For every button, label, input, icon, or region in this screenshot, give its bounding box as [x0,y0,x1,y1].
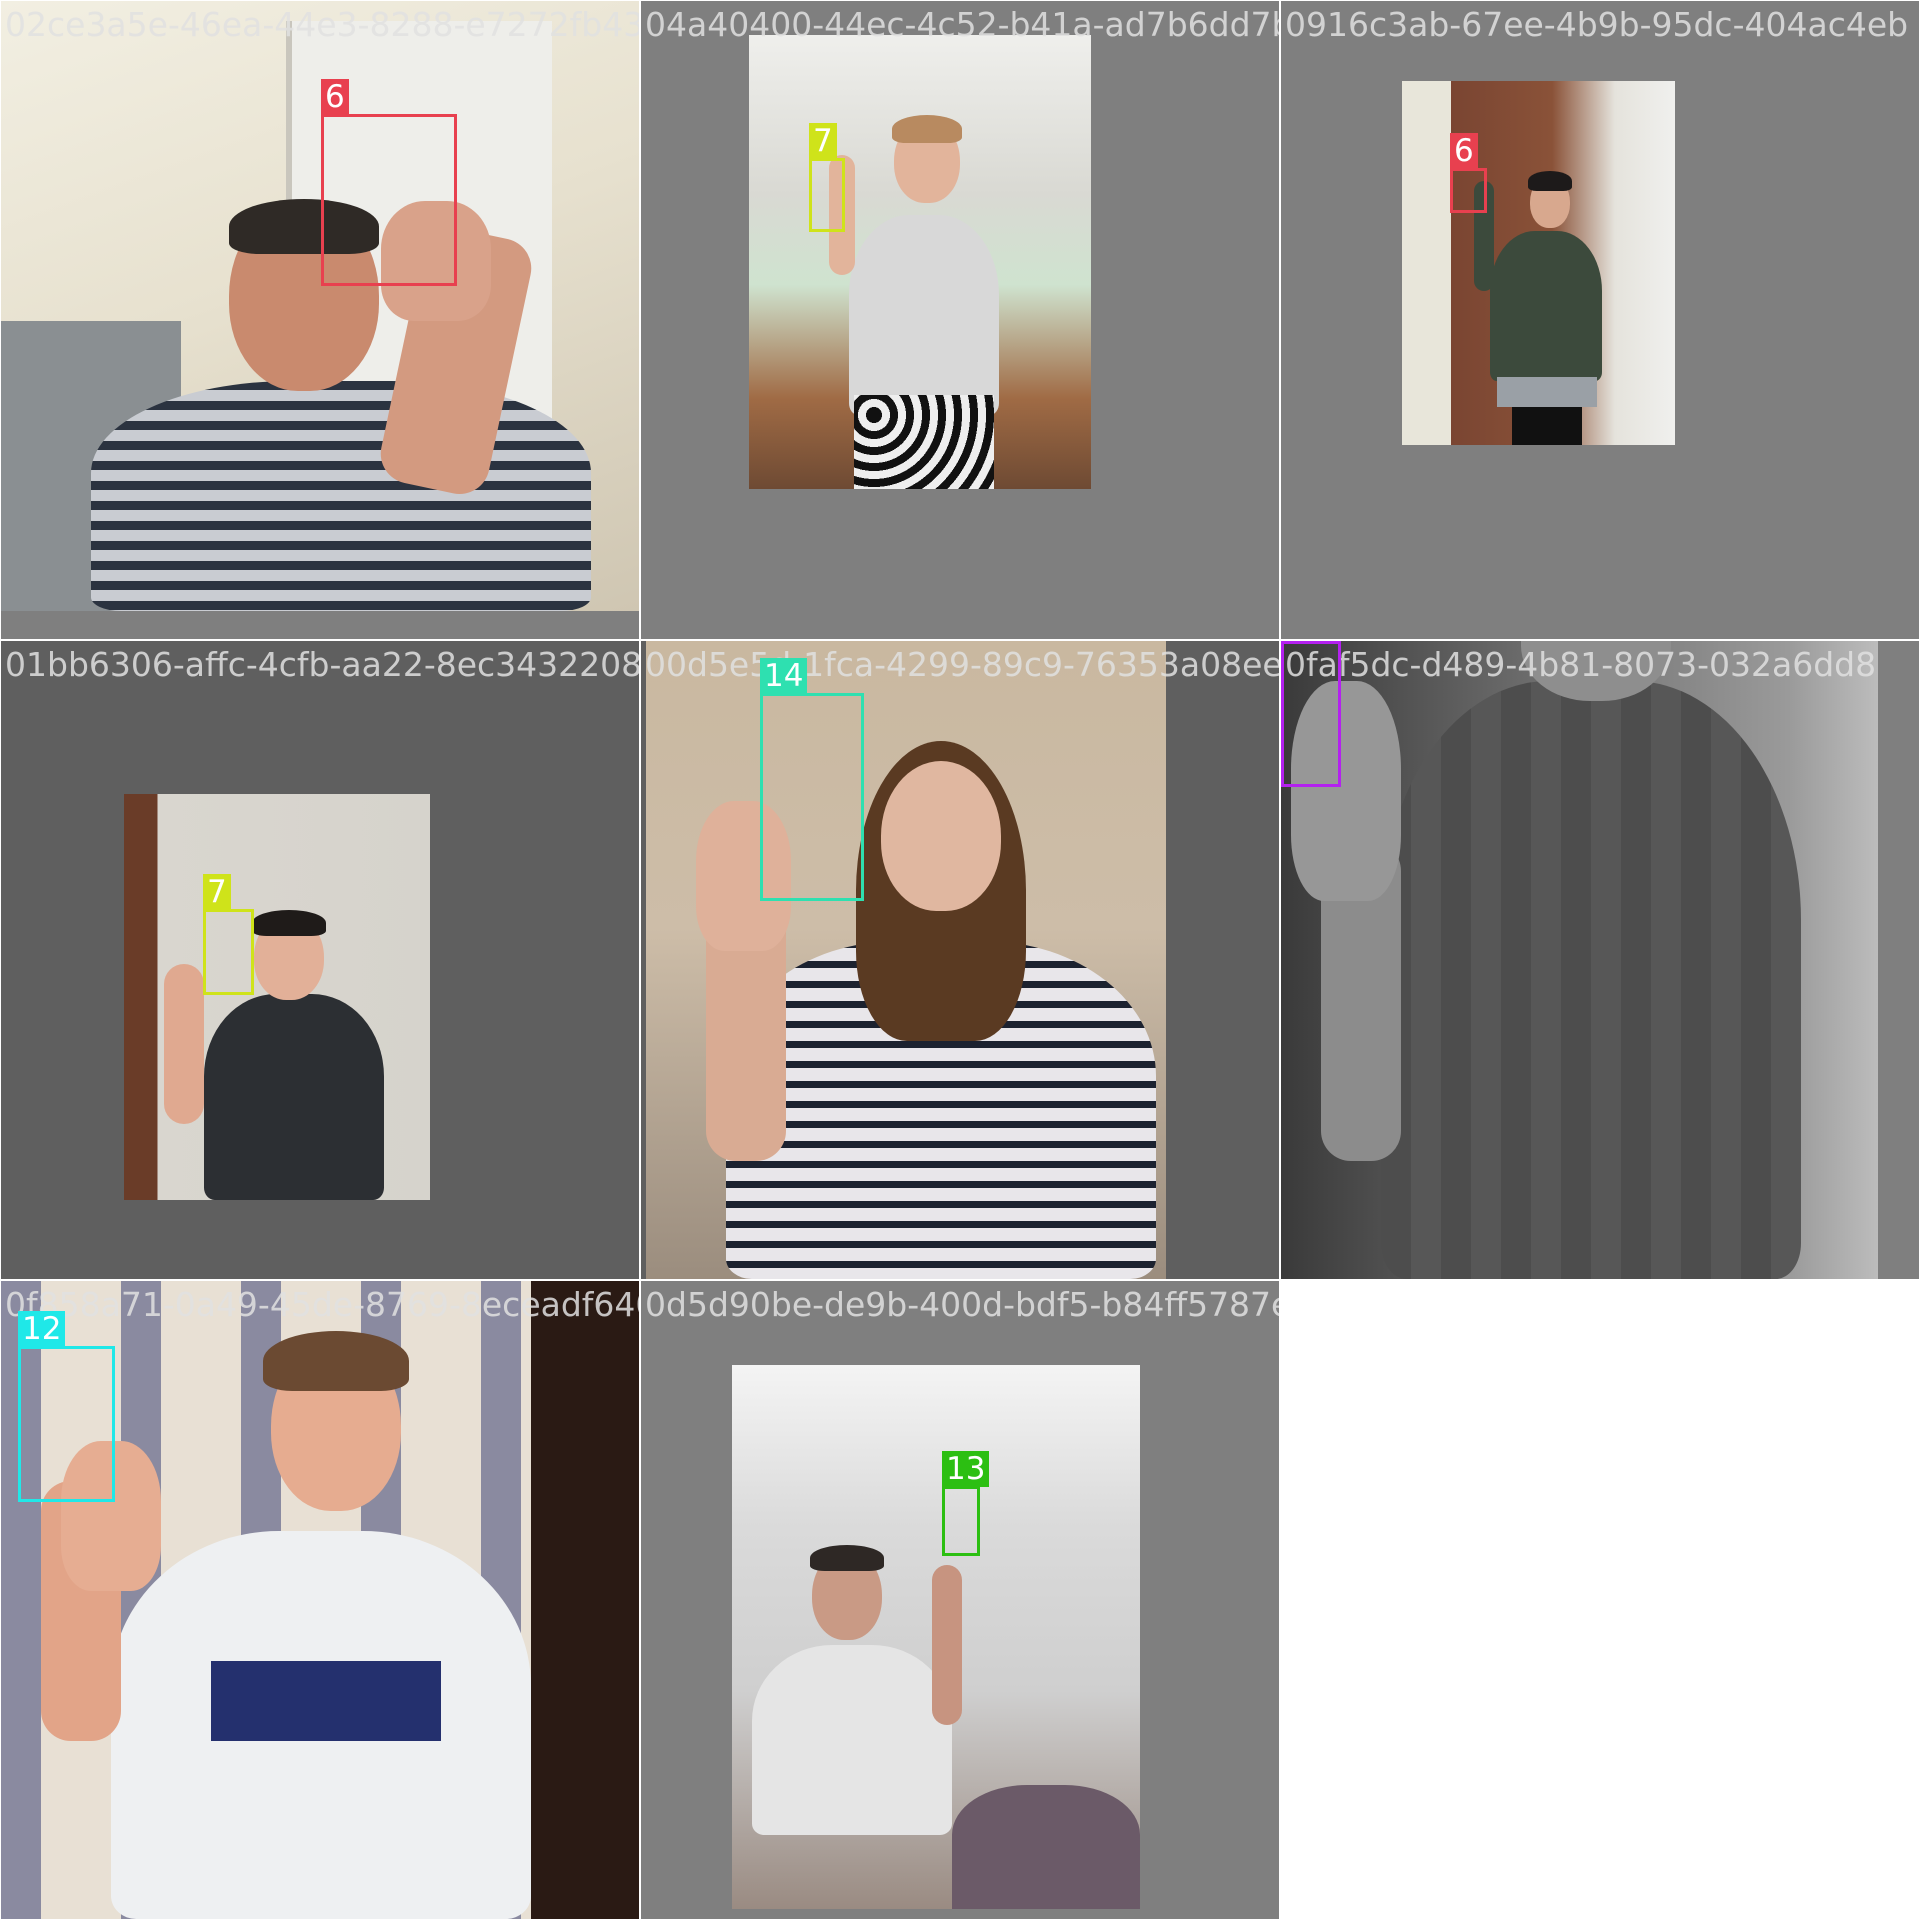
photo-1 [1,1,639,611]
grid-tile-6: 9 0faf5dc-d489-4b81-8073-032a6dd8 [1281,641,1919,1279]
photo-2 [749,35,1091,489]
bounding-box-8: 13 [942,1451,990,1556]
bounding-box-2: 7 [809,123,845,232]
photo-8 [732,1365,1140,1909]
image-filename-8: 0d5d90be-de9b-400d-bdf5-b84ff5787e9b.jpg [645,1285,1279,1324]
box-label-4: 7 [203,874,231,910]
grid-tile-8: 13 0d5d90be-de9b-400d-bdf5-b84ff5787e9b.… [641,1281,1279,1919]
box-label-5: 14 [760,658,808,694]
box-label-3: 6 [1450,133,1478,169]
bounding-box-4: 7 [203,874,254,995]
image-filename-3: 0916c3ab-67ee-4b9b-95dc-404ac4eb [1285,5,1909,44]
photo-3 [1402,81,1675,445]
box-label-1: 6 [321,79,349,115]
grid-tile-1: 6 02ce3a5e-46ea-44e3-8288-e7272fb43b4e.j… [1,1,639,639]
image-filename-4: 01bb6306-affc-4cfb-aa22-8ec343220803.jpg [5,645,639,684]
box-label-8: 13 [942,1451,990,1487]
box-label-7: 12 [18,1311,66,1347]
bounding-box-7: 12 [18,1311,115,1502]
box-label-2: 7 [809,123,837,159]
grid-tile-2: 7 04a40400-44ec-4c52-b41a-ad7b6dd7b8d6.j… [641,1,1279,639]
photo-5 [646,641,1166,1279]
grid-tile-5: 14 00d5e5d-1fca-4299-89c9-76353a08ee02.j… [641,641,1279,1279]
grid-tile-3: 6 0916c3ab-67ee-4b9b-95dc-404ac4eb [1281,1,1919,639]
photo-6 [1281,641,1878,1279]
grid-tile-4: 7 01bb6306-affc-4cfb-aa22-8ec343220803.j… [1,641,639,1279]
box-label-6: 9 [1281,641,1309,644]
bounding-box-1: 6 [321,79,457,286]
grid-tile-7: 12 0f858a71-0a49-45de-8769-8eceadf6405d.… [1,1281,639,1919]
image-grid: 6 02ce3a5e-46ea-44e3-8288-e7272fb43b4e.j… [0,0,1920,1920]
bounding-box-3: 6 [1450,133,1487,213]
bounding-box-5: 14 [760,658,864,901]
bounding-box-6: 9 [1281,641,1341,787]
photo-4 [124,794,430,1200]
